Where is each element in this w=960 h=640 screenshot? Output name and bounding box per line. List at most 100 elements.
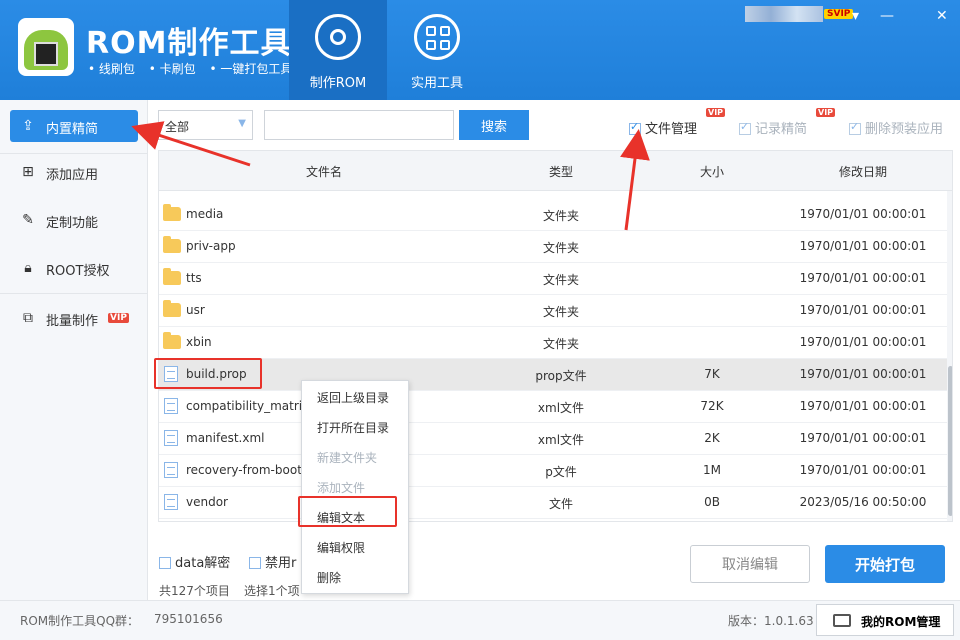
total-count: 共127个项目 <box>159 584 230 598</box>
context-menu-item: 新建文件夹 <box>317 451 378 465</box>
table-row[interactable]: media 文件夹 1970/01/01 00:00:01 <box>159 199 947 231</box>
context-menu-item[interactable]: 编辑权限 <box>302 533 408 563</box>
tab-make-rom[interactable]: 制作ROM <box>289 0 387 100</box>
file-date-cell: 1970/01/01 00:00:01 <box>799 207 927 221</box>
minimize-icon[interactable]: — <box>880 8 894 24</box>
app-subtitle: • 线刷包 • 卡刷包 • 一键打包工具 <box>88 60 302 77</box>
file-type-cell: 文件夹 <box>542 305 579 319</box>
table-row[interactable]: compatibility_matrix xml文件 72K 1970/01/01 0… <box>159 391 947 423</box>
selected-count: 选择1个项 <box>244 584 300 598</box>
table-row[interactable]: build.prop prop文件 7K 1970/01/01 00:00:01 <box>159 359 947 391</box>
file-date-cell: 1970/01/01 00:00:01 <box>799 399 927 413</box>
file-type-cell: 文件夹 <box>542 241 579 255</box>
checkbox-checked[interactable] <box>849 120 861 135</box>
my-rom-manager-button[interactable]: 我的ROM管理 <box>816 604 954 636</box>
tab-utilities[interactable]: 实用工具 <box>388 0 486 100</box>
table-row[interactable]: recovery-from-boot p文件 1M 1970/01/01 00:00:… <box>159 455 947 487</box>
user-avatar-blurred[interactable] <box>745 6 823 22</box>
file-type-cell: xml文件 <box>537 433 585 447</box>
start-pack-button[interactable]: 开始打包 <box>825 545 945 583</box>
option-label: data解密 <box>175 556 231 571</box>
sidebar-item-builtin-slim[interactable]: ⇪ 内置精简 <box>10 110 138 142</box>
table-row[interactable]: manifest.xml xml文件 2K 1970/01/01 00:00:01 <box>159 423 947 455</box>
checkbox-unchecked[interactable] <box>249 557 261 569</box>
file-name-cell: tts <box>186 271 202 285</box>
table-row[interactable]: vendor 文件 0B 2023/05/16 00:50:00 <box>159 487 947 519</box>
checkbox-checked[interactable] <box>629 120 641 135</box>
option-remove-preinstalled[interactable]: 删除预装应用 <box>849 118 943 137</box>
context-menu-item[interactable]: 删除 <box>302 563 408 593</box>
file-date-cell: 1970/01/01 00:00:01 <box>799 431 927 445</box>
column-header-date[interactable]: 修改日期 <box>779 163 947 180</box>
file-type-cell: xml文件 <box>537 401 585 415</box>
context-menu-item[interactable]: 返回上级目录 <box>302 383 408 413</box>
sidebar-item-label: ROOT授权 <box>46 264 110 279</box>
sidebar: ⇪ 内置精简 ⊞ 添加应用 ✎ 定制功能 🔒︎ ROOT授权 ⧉ 批量制作 VI… <box>0 100 148 600</box>
checkbox-unchecked[interactable] <box>159 557 171 569</box>
folder-icon <box>163 300 181 317</box>
option-file-manager[interactable]: 文件管理 <box>629 118 697 137</box>
sidebar-item-label: 批量制作 <box>46 314 99 329</box>
app-logo <box>18 18 74 76</box>
table-row[interactable]: usr 文件夹 1970/01/01 00:00:01 <box>159 295 947 327</box>
table-row[interactable]: priv-app 文件夹 1970/01/01 00:00:01 <box>159 231 947 263</box>
sidebar-item-custom[interactable]: ✎ 定制功能 <box>10 204 138 236</box>
subtitle-item: • 卡刷包 <box>148 62 196 76</box>
chevron-down-icon: ▼ <box>238 118 246 129</box>
column-header-type[interactable]: 类型 <box>489 163 633 180</box>
file-type-cell: p文件 <box>545 465 577 479</box>
context-menu-item[interactable]: 打开所在目录 <box>302 413 408 443</box>
disable-option[interactable]: 禁用r <box>249 552 296 571</box>
file-icon <box>164 462 178 478</box>
column-header-size[interactable]: 大小 <box>647 163 777 180</box>
column-header-name[interactable]: 文件名 <box>159 163 489 180</box>
file-icon <box>164 494 178 510</box>
folder-icon <box>163 332 181 349</box>
table-row[interactable]: tts 文件夹 1970/01/01 00:00:01 <box>159 263 947 295</box>
vip-badge: VIP <box>706 108 726 117</box>
chip-icon <box>34 42 58 66</box>
table-header: 文件名 类型 大小 修改日期 <box>159 151 952 191</box>
context-menu: 返回上级目录 打开所在目录 新建文件夹 添加文件 编辑文本 编辑权限 删除 <box>301 380 409 594</box>
search-button[interactable]: 搜索 <box>459 110 529 140</box>
cancel-edit-button[interactable]: 取消编辑 <box>690 545 810 583</box>
data-decrypt-option[interactable]: data解密 <box>159 552 230 571</box>
table-row[interactable]: xbin 文件夹 1970/01/01 00:00:01 <box>159 327 947 359</box>
file-size-cell: 0B <box>704 495 720 509</box>
qq-group-label: ROM制作工具QQ群： <box>20 614 140 628</box>
file-size-cell: 72K <box>700 399 724 413</box>
file-size-cell: 2K <box>704 431 720 445</box>
scrollbar-thumb[interactable] <box>948 366 952 516</box>
filter-select[interactable]: 全部 ▼ <box>158 110 253 140</box>
batch-icon: ⧉ <box>23 310 33 326</box>
option-label: 禁用r <box>265 556 297 571</box>
folder-icon <box>163 204 181 221</box>
divider <box>0 153 148 154</box>
file-table: 文件名 类型 大小 修改日期 media 文件夹 1970/01/01 00:00:… <box>158 150 953 522</box>
checkbox-checked[interactable] <box>739 120 751 135</box>
file-type-cell: 文件夹 <box>542 209 579 223</box>
file-icon <box>164 430 178 446</box>
header-bar: ROM制作工具 • 线刷包 • 卡刷包 • 一键打包工具 制作ROM 实用工具 … <box>0 0 960 100</box>
menu-dropdown-icon[interactable]: ▾ <box>852 8 859 24</box>
add-box-icon: ⊞ <box>22 164 34 180</box>
button-label: 我的ROM管理 <box>861 615 941 629</box>
option-record-slim[interactable]: 记录精简 <box>739 118 807 137</box>
option-label: 文件管理 <box>645 122 698 137</box>
export-icon: ⇪ <box>22 118 34 134</box>
file-type-cell: 文件 <box>548 497 573 511</box>
search-input[interactable] <box>264 110 454 140</box>
close-icon[interactable]: ✕ <box>936 8 948 24</box>
sidebar-item-batch[interactable]: ⧉ 批量制作 VIP <box>10 302 138 334</box>
file-date-cell: 1970/01/01 00:00:01 <box>799 367 927 381</box>
vip-badge: VIP <box>108 313 129 323</box>
sidebar-item-root[interactable]: 🔒︎ ROOT授权 <box>10 252 138 284</box>
option-label: 记录精简 <box>755 122 808 137</box>
app-window: ROM制作工具 • 线刷包 • 卡刷包 • 一键打包工具 制作ROM 实用工具 … <box>0 0 960 640</box>
file-type-cell: prop文件 <box>535 369 587 383</box>
file-date-cell: 1970/01/01 00:00:01 <box>799 271 927 285</box>
sidebar-item-label: 添加应用 <box>46 168 99 183</box>
sidebar-item-add-app[interactable]: ⊞ 添加应用 <box>10 156 138 188</box>
file-date-cell: 1970/01/01 00:00:01 <box>799 335 927 349</box>
tab-label: 实用工具 <box>410 76 463 91</box>
